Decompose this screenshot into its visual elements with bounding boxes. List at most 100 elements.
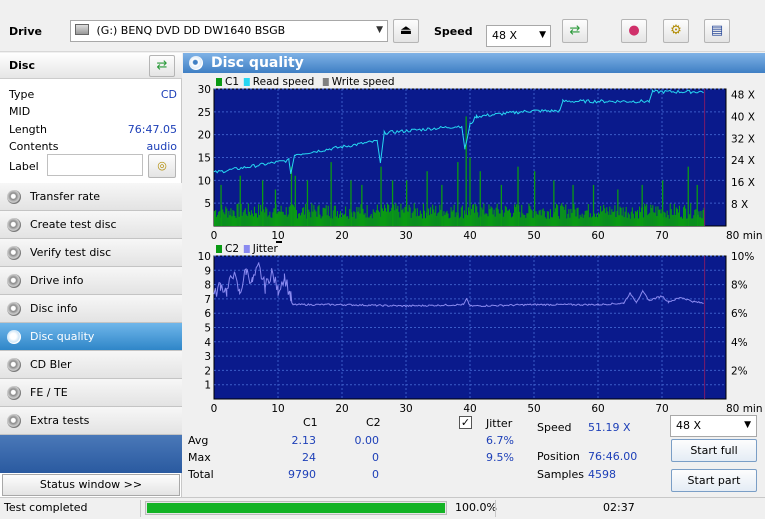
nav-drive-info[interactable]: Drive info (0, 267, 182, 295)
nav-transfer-rate[interactable]: Transfer rate (0, 183, 182, 211)
c1-bar (686, 218, 688, 226)
c1-bar (614, 205, 616, 226)
y-right-tick-label: 8% (731, 280, 748, 292)
disc-header: Disc ⇄ (0, 53, 182, 79)
c1-bar (639, 212, 642, 226)
c1-bar (554, 208, 557, 226)
speed-select[interactable]: 48 X ▼ (486, 25, 551, 47)
c1-bar (407, 211, 409, 226)
disc-refresh-button[interactable]: ⇄ (149, 55, 175, 77)
c1-bar (581, 213, 583, 226)
c1-bar (610, 214, 612, 226)
c1-spike (306, 180, 309, 226)
options-button[interactable]: ⚙ (663, 19, 689, 43)
c1-bar (635, 211, 637, 226)
c1-bar (298, 213, 301, 226)
c1-bar (383, 204, 386, 226)
c1-bar (621, 215, 623, 226)
check-icon: ✓ (460, 416, 471, 429)
save-button[interactable]: ▤ (704, 19, 730, 43)
c1-bar (671, 214, 673, 226)
c1-bar (556, 203, 558, 226)
c1-bar (477, 212, 479, 226)
c1-bar (243, 210, 245, 226)
c1-bar (680, 216, 683, 226)
nav-verify-test-disc[interactable]: Verify test disc (0, 239, 182, 267)
c1-bar (594, 216, 597, 226)
c1-bar (237, 203, 239, 226)
c1-bar (395, 203, 397, 226)
nav-fe-te[interactable]: FE / TE (0, 379, 182, 407)
y-right-tick-label: 24 X (731, 155, 755, 167)
start-part-button[interactable]: Start part (671, 469, 757, 492)
c1-bar (638, 206, 641, 226)
c1-bar (402, 208, 404, 226)
nav-disc-info[interactable]: Disc info (0, 295, 182, 323)
c1-bar (701, 218, 703, 226)
start-full-button[interactable]: Start full (671, 439, 757, 462)
eject-button[interactable]: ⏏ (393, 19, 419, 43)
c1-bar (698, 211, 700, 226)
c1-bar (266, 208, 268, 226)
c1-bar (619, 206, 621, 226)
jitter-checkbox[interactable]: ✓ (459, 416, 472, 429)
x-tick-label: 0 (211, 230, 218, 242)
c1-bar (248, 211, 250, 226)
c1-bar (589, 213, 591, 226)
nav-cd-bler[interactable]: CD Bler (0, 351, 182, 379)
c1-bar (263, 209, 265, 226)
disc-label-input[interactable] (47, 154, 143, 176)
c1-bar (226, 208, 228, 226)
c1-bar (335, 216, 337, 226)
status-window-button[interactable]: Status window >> (2, 474, 180, 496)
erase-button[interactable]: ● (621, 19, 647, 43)
disc-field-mid: MID (9, 105, 31, 118)
c1-bar (369, 215, 371, 226)
c1-bar (283, 214, 285, 226)
disc-icon (7, 190, 21, 204)
x-tick-label: 10 (271, 230, 284, 242)
toolbar: Drive (G:) BENQ DVD DD DW1640 BSGB ▼ ⏏ S… (0, 6, 765, 52)
stats-max-c2: 0 (372, 451, 379, 464)
nav-create-test-disc[interactable]: Create test disc (0, 211, 182, 239)
c1-bar (568, 209, 570, 226)
c1-bar (398, 211, 400, 226)
c1-bar (282, 211, 284, 226)
y-left-tick-label: 15 (198, 153, 211, 165)
drive-select[interactable]: (G:) BENQ DVD DD DW1640 BSGB ▼ (70, 20, 388, 42)
disc-title: Disc (9, 59, 35, 72)
disc-label-button[interactable]: ◎ (148, 154, 176, 178)
c1-bar (571, 212, 573, 226)
c1-bar (508, 209, 511, 226)
legend-label: Write speed (332, 76, 395, 88)
disc-icon (7, 358, 21, 372)
nav-extra-tests[interactable]: Extra tests (0, 407, 182, 435)
c1-bar (267, 216, 269, 226)
c1-bar (284, 215, 286, 226)
nav-disc-quality[interactable]: Disc quality (0, 323, 182, 351)
test-speed-select[interactable]: 48 X ▼ (670, 415, 757, 437)
c1-bar (235, 217, 237, 226)
c1-bar (428, 208, 430, 226)
c1-bar (498, 213, 500, 226)
c1-bar (634, 210, 636, 226)
legend-label: Read speed (253, 76, 314, 88)
c1-bar (219, 210, 221, 226)
stats-total-c1: 9790 (288, 468, 316, 481)
refresh-speed-button[interactable]: ⇄ (562, 19, 588, 43)
c1-bar (446, 210, 448, 226)
x-tick-label: 80 min (726, 403, 763, 413)
c1-bar (656, 216, 658, 226)
x-tick-label: 10 (271, 403, 284, 413)
drive-icon (75, 24, 89, 35)
y-right-tick-label: 40 X (731, 111, 755, 123)
c1-bar (320, 218, 322, 226)
c1-bar (695, 209, 697, 226)
c1-bar (507, 210, 509, 226)
c1-spike (262, 180, 264, 226)
c1-bar (521, 204, 523, 226)
c1-bar (352, 217, 354, 226)
c1-bar (222, 209, 224, 226)
divider (495, 500, 496, 517)
position-label: Position (537, 450, 580, 463)
